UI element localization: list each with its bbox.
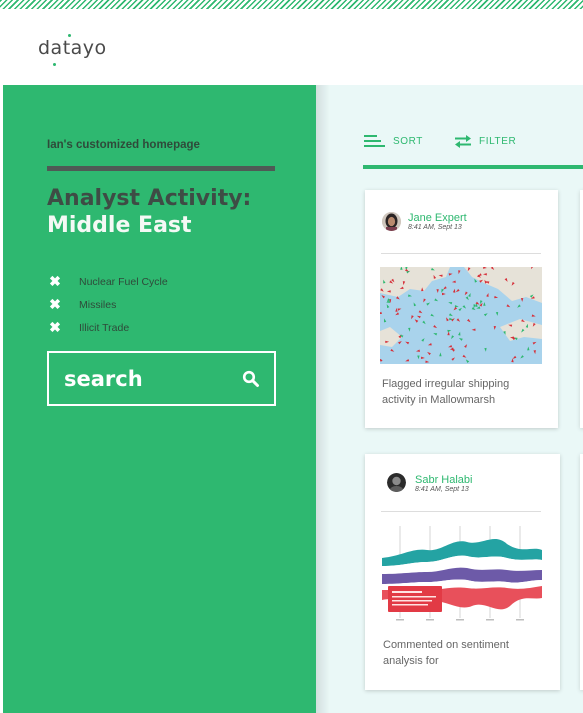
activity-card[interactable]: Jane Expert 8:41 AM, Sept 13 Flagged irr… xyxy=(365,190,558,428)
sort-icon xyxy=(364,135,385,147)
author-name[interactable]: Jane Expert xyxy=(408,212,467,224)
search-icon[interactable] xyxy=(242,370,260,388)
search-input-text: search xyxy=(64,366,143,391)
timestamp: 8:41 AM, Sept 13 xyxy=(415,486,469,493)
topic-tag-label: Nuclear Fuel Cycle xyxy=(79,275,168,288)
app-header: datayo xyxy=(0,9,583,85)
close-icon[interactable]: ✖ xyxy=(47,273,63,290)
logo-dot-bottom xyxy=(53,63,56,66)
topic-tag: ✖ Missiles xyxy=(47,293,168,316)
topic-tag: ✖ Illicit Trade xyxy=(47,316,168,339)
filter-button[interactable]: FILTER xyxy=(455,135,516,148)
page-title-line2: Middle East xyxy=(47,213,192,238)
logo-dot-top xyxy=(68,34,71,37)
topic-tag-label: Missiles xyxy=(79,298,117,311)
page-title: Analyst Activity: Middle East xyxy=(47,185,251,239)
topic-tag-label: Illicit Trade xyxy=(79,321,130,334)
close-icon[interactable]: ✖ xyxy=(47,319,63,336)
sentiment-streamgraph-image[interactable] xyxy=(382,526,542,623)
sentiment-streamgraph xyxy=(382,526,542,623)
filter-label: FILTER xyxy=(479,136,517,147)
activity-description: Commented on sentiment analysis for xyxy=(383,639,509,667)
shipping-map-image[interactable] xyxy=(380,267,542,364)
sort-button[interactable]: SORT xyxy=(364,135,423,148)
activity-description: Flagged irregular shipping activity in M… xyxy=(382,378,510,406)
sidebar-shadow xyxy=(316,85,330,713)
card-divider xyxy=(381,511,541,512)
title-divider xyxy=(47,166,275,171)
topic-tag: ✖ Nuclear Fuel Cycle xyxy=(47,270,168,293)
shipping-map xyxy=(380,267,542,364)
timestamp: 8:41 AM, Sept 13 xyxy=(408,224,462,231)
activity-card[interactable]: Sabr Halabi 8:41 AM, Sept 13 Commented o… xyxy=(365,454,560,690)
homepage-label: Ian's customized homepage xyxy=(47,139,200,151)
card-divider xyxy=(381,253,541,254)
top-hatch-border xyxy=(0,0,583,9)
page-title-line1: Analyst Activity: xyxy=(47,186,252,211)
search-input[interactable]: search xyxy=(47,351,276,406)
sort-label: SORT xyxy=(393,136,423,147)
datayo-logo[interactable]: datayo xyxy=(38,34,107,66)
topic-tag-list: ✖ Nuclear Fuel Cycle ✖ Missiles ✖ Illici… xyxy=(47,270,168,339)
avatar-photo xyxy=(382,212,401,231)
avatar xyxy=(387,473,406,492)
avatar xyxy=(382,212,401,231)
toolbar-underline xyxy=(363,165,583,169)
activity-feed: SORT FILTER Jane Expert 8:41 AM, Sept 13 xyxy=(316,85,583,713)
logo-text: datayo xyxy=(38,37,107,59)
close-icon[interactable]: ✖ xyxy=(47,296,63,313)
author-name[interactable]: Sabr Halabi xyxy=(415,474,472,486)
sidebar: Ian's customized homepage Analyst Activi… xyxy=(3,85,316,713)
avatar-photo xyxy=(387,473,406,492)
filter-swap-icon xyxy=(455,135,471,148)
